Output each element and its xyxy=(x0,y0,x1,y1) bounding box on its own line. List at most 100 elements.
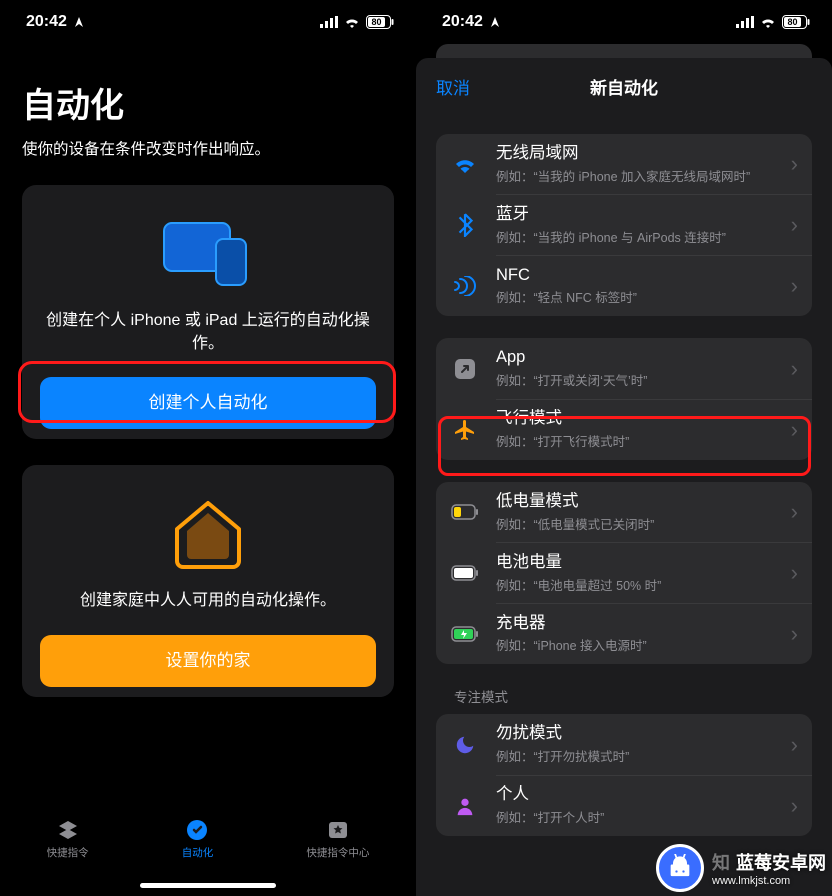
chevron-right-icon: › xyxy=(785,356,798,382)
chevron-right-icon: › xyxy=(785,732,798,758)
row-sub: 例如：“电池电量超过 50% 时” xyxy=(496,575,785,594)
create-personal-automation-button[interactable]: 创建个人自动化 xyxy=(40,377,376,429)
status-time: 20:42 xyxy=(442,13,483,31)
watermark-logo xyxy=(656,844,704,892)
watermark-brand-partial: 知 xyxy=(712,853,730,873)
wifi-icon xyxy=(344,16,360,28)
page-title: 自动化 xyxy=(22,78,394,127)
chevron-right-icon: › xyxy=(785,417,798,443)
row-title: 飞行模式 xyxy=(496,409,785,429)
trigger-personal-focus[interactable]: 个人例如：“打开个人时” › xyxy=(436,775,812,836)
chevron-right-icon: › xyxy=(785,273,798,299)
location-icon xyxy=(489,16,501,28)
status-right: 80 xyxy=(320,15,394,29)
trigger-bluetooth[interactable]: 蓝牙例如：“当我的 iPhone 与 AirPods 连接时” › xyxy=(436,195,812,256)
battery-level-icon xyxy=(450,558,480,588)
status-bar: 20:42 80 xyxy=(0,0,416,44)
status-left: 20:42 xyxy=(442,13,501,31)
row-sub: 例如：“打开个人时” xyxy=(496,807,785,826)
tab-shortcuts[interactable]: 快捷指令 xyxy=(47,818,89,860)
status-left: 20:42 xyxy=(26,13,85,31)
status-bar: 20:42 80 xyxy=(416,0,832,44)
wifi-icon xyxy=(450,149,480,179)
row-title: 低电量模式 xyxy=(496,492,785,512)
airplane-icon xyxy=(450,415,480,445)
shortcuts-icon xyxy=(56,818,80,842)
trigger-group-focus: 勿扰模式例如：“打开勿扰模式时” › 个人例如：“打开个人时” › xyxy=(436,714,812,836)
personal-automation-card: 创建在个人 iPhone 或 iPad 上运行的自动化操作。 创建个人自动化 xyxy=(22,185,394,439)
tab-label: 快捷指令中心 xyxy=(306,845,369,860)
personal-card-text: 创建在个人 iPhone 或 iPad 上运行的自动化操作。 xyxy=(32,309,384,355)
app-icon xyxy=(450,354,480,384)
row-sub: 例如：“当我的 iPhone 与 AirPods 连接时” xyxy=(496,227,785,246)
home-card-text: 创建家庭中人人可用的自动化操作。 xyxy=(32,589,384,612)
tab-label: 快捷指令 xyxy=(47,845,89,860)
screenshot-right: 20:42 80 取消 新自动化 xyxy=(416,0,832,896)
watermark-url: www.lmkjst.com xyxy=(712,875,826,887)
left-content: 自动化 使你的设备在条件改变时作出响应。 创建在个人 iPhone 或 iPad… xyxy=(0,44,416,697)
status-time: 20:42 xyxy=(26,13,67,31)
screenshot-left: 20:42 80 自动化 使你的设备在条件改变时作出响应。 创建在个人 iPho… xyxy=(0,0,416,896)
row-title: NFC xyxy=(496,266,785,286)
battery-icon: 80 xyxy=(782,15,810,29)
row-sub: 例如：“打开飞行模式时” xyxy=(496,431,785,450)
page-subtitle: 使你的设备在条件改变时作出响应。 xyxy=(22,137,394,159)
automation-icon xyxy=(185,818,209,842)
cancel-button[interactable]: 取消 xyxy=(436,74,470,99)
wifi-icon xyxy=(760,16,776,28)
chevron-right-icon: › xyxy=(785,499,798,525)
person-icon xyxy=(450,791,480,821)
chevron-right-icon: › xyxy=(785,793,798,819)
row-title: 充电器 xyxy=(496,614,785,634)
row-sub: 例如：“当我的 iPhone 加入家庭无线局域网时” xyxy=(496,166,785,185)
chevron-right-icon: › xyxy=(785,621,798,647)
status-right: 80 xyxy=(736,15,810,29)
home-icon xyxy=(32,491,384,575)
row-sub: 例如：“打开或关闭‘天气’时” xyxy=(496,370,785,389)
row-sub: 例如：“打开勿扰模式时” xyxy=(496,746,785,765)
sheet-body[interactable]: 无线局域网例如：“当我的 iPhone 加入家庭无线局域网时” › 蓝牙例如：“… xyxy=(416,114,832,896)
trigger-dnd[interactable]: 勿扰模式例如：“打开勿扰模式时” › xyxy=(436,714,812,775)
trigger-app[interactable]: App 例如：“打开或关闭‘天气’时” › xyxy=(436,338,812,399)
chevron-right-icon: › xyxy=(785,151,798,177)
home-automation-card: 创建家庭中人人可用的自动化操作。 设置你的家 xyxy=(22,465,394,696)
trigger-group-power: 低电量模式例如：“低电量模式已关闭时” › 电池电量例如：“电池电量超过 50%… xyxy=(436,482,812,664)
trigger-battery-level[interactable]: 电池电量例如：“电池电量超过 50% 时” › xyxy=(436,543,812,604)
charger-icon xyxy=(450,619,480,649)
chevron-right-icon: › xyxy=(785,212,798,238)
setup-home-button[interactable]: 设置你的家 xyxy=(40,635,376,687)
svg-text:80: 80 xyxy=(371,17,381,27)
trigger-group-connectivity: 无线局域网例如：“当我的 iPhone 加入家庭无线局域网时” › 蓝牙例如：“… xyxy=(436,134,812,316)
row-title: 个人 xyxy=(496,785,785,805)
tab-automation[interactable]: 自动化 xyxy=(182,818,214,860)
gallery-icon xyxy=(326,818,350,842)
tab-label: 自动化 xyxy=(182,845,214,860)
cellular-icon xyxy=(736,16,754,28)
devices-icon xyxy=(32,211,384,295)
trigger-airplane[interactable]: 飞行模式例如：“打开飞行模式时” › xyxy=(436,399,812,460)
moon-icon xyxy=(450,730,480,760)
watermark-brand: 蓝莓安卓网 xyxy=(736,853,826,873)
home-indicator[interactable] xyxy=(140,883,276,888)
battery-icon: 80 xyxy=(366,15,394,29)
svg-text:80: 80 xyxy=(787,17,797,27)
low-power-icon xyxy=(450,497,480,527)
trigger-low-power[interactable]: 低电量模式例如：“低电量模式已关闭时” › xyxy=(436,482,812,543)
row-title: 电池电量 xyxy=(496,553,785,573)
row-sub: 例如：“轻点 NFC 标签时” xyxy=(496,287,785,306)
trigger-charger[interactable]: 充电器例如：“iPhone 接入电源时” › xyxy=(436,604,812,665)
bluetooth-icon xyxy=(450,210,480,240)
row-title: App xyxy=(496,348,785,368)
new-automation-sheet: 取消 新自动化 无线局域网例如：“当我的 iPhone 加入家庭无线局域网时” … xyxy=(416,58,832,896)
row-sub: 例如：“低电量模式已关闭时” xyxy=(496,514,785,533)
row-sub: 例如：“iPhone 接入电源时” xyxy=(496,635,785,654)
trigger-wifi[interactable]: 无线局域网例如：“当我的 iPhone 加入家庭无线局域网时” › xyxy=(436,134,812,195)
tab-gallery[interactable]: 快捷指令中心 xyxy=(306,818,369,860)
focus-section-header: 专注模式 xyxy=(436,686,812,714)
cellular-icon xyxy=(320,16,338,28)
row-title: 勿扰模式 xyxy=(496,724,785,744)
nfc-icon xyxy=(450,271,480,301)
row-title: 无线局域网 xyxy=(496,144,785,164)
trigger-nfc[interactable]: NFC例如：“轻点 NFC 标签时” › xyxy=(436,256,812,317)
row-title: 蓝牙 xyxy=(496,205,785,225)
